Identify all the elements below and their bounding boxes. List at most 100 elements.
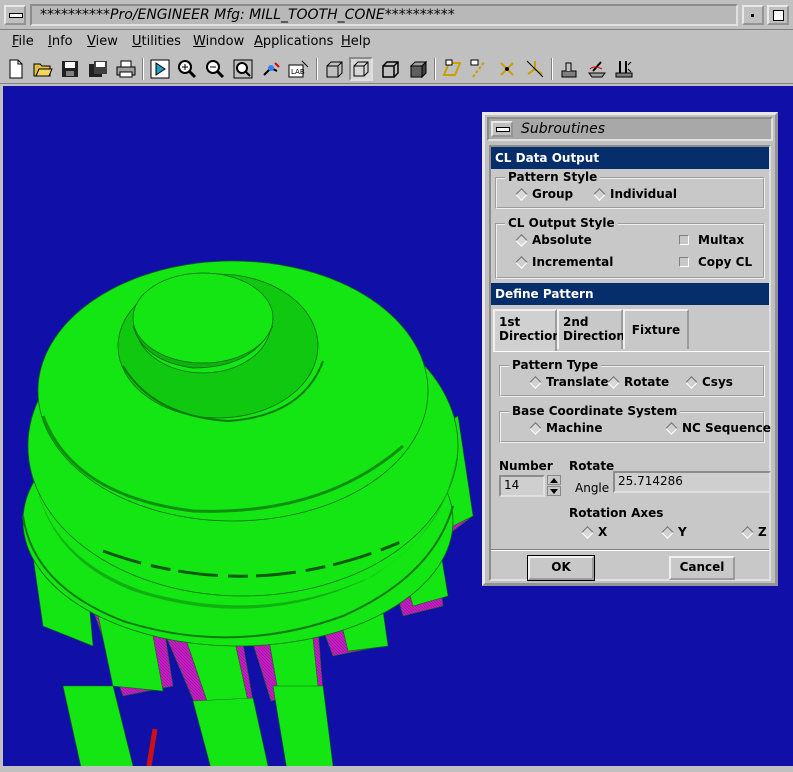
- radio-axis-y-label: Y: [678, 525, 687, 539]
- status-bar: [0, 766, 793, 772]
- number-input[interactable]: 14: [499, 475, 545, 497]
- angle-label: Angle: [575, 481, 610, 495]
- checkbox-multax[interactable]: Multax: [679, 233, 744, 247]
- orient-icon[interactable]: [259, 57, 283, 81]
- spin-up-button[interactable]: [547, 475, 561, 485]
- tab-divider: [493, 351, 769, 352]
- hidden-line-icon[interactable]: [349, 57, 373, 81]
- wireframe-icon[interactable]: [322, 57, 346, 81]
- dialog-titlebar[interactable]: Subroutines: [487, 117, 773, 141]
- shaded-icon[interactable]: [406, 57, 430, 81]
- radio-translate[interactable]: Translate: [529, 375, 609, 389]
- zoom-in-icon[interactable]: [175, 57, 199, 81]
- tab-label-line1: 2nd: [563, 315, 589, 329]
- tab-label-line2: Direction: [499, 329, 561, 343]
- ok-button[interactable]: OK: [528, 556, 594, 580]
- cl-output-style-label: CL Output Style: [505, 216, 618, 230]
- refit-icon[interactable]: [231, 57, 255, 81]
- checkbox-multax-label: Multax: [698, 233, 745, 247]
- minimize-button[interactable]: [742, 5, 764, 25]
- new-icon[interactable]: [4, 57, 28, 81]
- pattern-type-label: Pattern Type: [509, 358, 602, 372]
- cl-output-style-group: CL Output Style Absolute Incremental Mul…: [495, 216, 765, 279]
- radio-axis-z-label: Z: [758, 525, 767, 539]
- menu-file[interactable]: File: [12, 34, 34, 49]
- radio-indicator: [665, 422, 678, 435]
- csys-icon[interactable]: [523, 57, 547, 81]
- radio-incremental-label: Incremental: [532, 255, 614, 269]
- dialog-title: Subroutines: [521, 121, 605, 137]
- save-copy-icon[interactable]: [86, 57, 110, 81]
- radio-nc-sequence[interactable]: NC Sequence: [665, 421, 771, 435]
- save-icon[interactable]: [58, 57, 82, 81]
- radio-indicator: [607, 376, 620, 389]
- angle-input[interactable]: 25.714286: [613, 471, 771, 493]
- menu-applications[interactable]: Applications: [254, 34, 333, 49]
- tab-strip: 1st Direction 2nd Direction Fixture: [493, 309, 769, 353]
- radio-indicator: [515, 188, 528, 201]
- tab-2nd-direction[interactable]: 2nd Direction: [557, 309, 625, 349]
- radio-machine-label: Machine: [546, 421, 603, 435]
- radio-rotate[interactable]: Rotate: [607, 375, 670, 389]
- checkbox-indicator: [679, 257, 689, 267]
- radio-individual[interactable]: Individual: [593, 187, 677, 201]
- tab-fixture-label: Fixture: [631, 323, 681, 337]
- rotation-axes-label: Rotation Axes: [569, 506, 664, 520]
- open-icon[interactable]: [31, 57, 55, 81]
- named-view-icon[interactable]: LAB: [287, 57, 311, 81]
- radio-incremental[interactable]: Incremental: [515, 255, 614, 269]
- window-menu-button[interactable]: [4, 5, 26, 25]
- toolbar: LAB: [0, 54, 793, 84]
- tab-1st-direction[interactable]: 1st Direction: [493, 309, 561, 351]
- no-hidden-icon[interactable]: [378, 57, 402, 81]
- menu-info[interactable]: Info: [48, 34, 73, 49]
- radio-csys[interactable]: Csys: [685, 375, 733, 389]
- radio-absolute[interactable]: Absolute: [515, 233, 592, 247]
- radio-indicator: [529, 376, 542, 389]
- spin-down-button[interactable]: [547, 486, 561, 496]
- define-pattern-header: Define Pattern: [491, 283, 769, 305]
- radio-indicator: [515, 256, 528, 269]
- toolbar-separator: [434, 58, 436, 80]
- zoom-out-icon[interactable]: [203, 57, 227, 81]
- datum-point-icon[interactable]: [495, 57, 519, 81]
- mfg-params-icon[interactable]: [612, 57, 636, 81]
- cancel-button[interactable]: Cancel: [669, 556, 735, 580]
- maximize-button[interactable]: [767, 5, 789, 25]
- radio-csys-label: Csys: [702, 375, 733, 389]
- radio-axis-x-label: X: [598, 525, 608, 539]
- window-titlebar: **********Pro/ENGINEER Mfg: MILL_TOOTH_C…: [0, 0, 793, 30]
- menubar: File Info View Utilities Window Applicat…: [0, 30, 793, 54]
- mfg-display-icon[interactable]: [557, 57, 581, 81]
- radio-axis-y[interactable]: Y: [661, 525, 687, 539]
- cl-data-output-header: CL Data Output: [491, 147, 769, 169]
- view-play-icon[interactable]: [148, 57, 172, 81]
- toolbar-separator: [316, 58, 318, 80]
- radio-indicator: [593, 188, 606, 201]
- tab-fixture[interactable]: Fixture: [623, 309, 689, 349]
- datum-axis-icon[interactable]: [467, 57, 491, 81]
- tool-path-icon[interactable]: [585, 57, 609, 81]
- checkbox-indicator: [679, 235, 689, 245]
- radio-axis-z[interactable]: Z: [741, 525, 767, 539]
- dialog-menu-button[interactable]: [491, 121, 513, 137]
- window-title[interactable]: **********Pro/ENGINEER Mfg: MILL_TOOTH_C…: [30, 4, 738, 26]
- radio-absolute-label: Absolute: [532, 233, 592, 247]
- checkbox-copy-cl[interactable]: Copy CL: [679, 255, 752, 269]
- radio-machine[interactable]: Machine: [529, 421, 603, 435]
- base-csys-label: Base Coordinate System: [509, 404, 681, 418]
- pattern-style-label: Pattern Style: [505, 170, 601, 184]
- pattern-type-group: Pattern Type Translate Rotate Csys: [499, 358, 765, 397]
- pattern-style-group: Pattern Style Group Individual: [495, 170, 765, 209]
- datum-plane-icon[interactable]: [440, 57, 464, 81]
- radio-group[interactable]: Group: [515, 187, 573, 201]
- menu-help[interactable]: Help: [341, 34, 371, 49]
- menu-view[interactable]: View: [87, 34, 118, 49]
- menu-utilities[interactable]: Utilities: [132, 34, 181, 49]
- menu-window[interactable]: Window: [193, 34, 244, 49]
- number-label: Number: [499, 459, 553, 473]
- print-icon[interactable]: [114, 57, 138, 81]
- radio-axis-x[interactable]: X: [581, 525, 608, 539]
- tab-label-line2: Direction: [563, 329, 625, 343]
- radio-rotate-label: Rotate: [624, 375, 670, 389]
